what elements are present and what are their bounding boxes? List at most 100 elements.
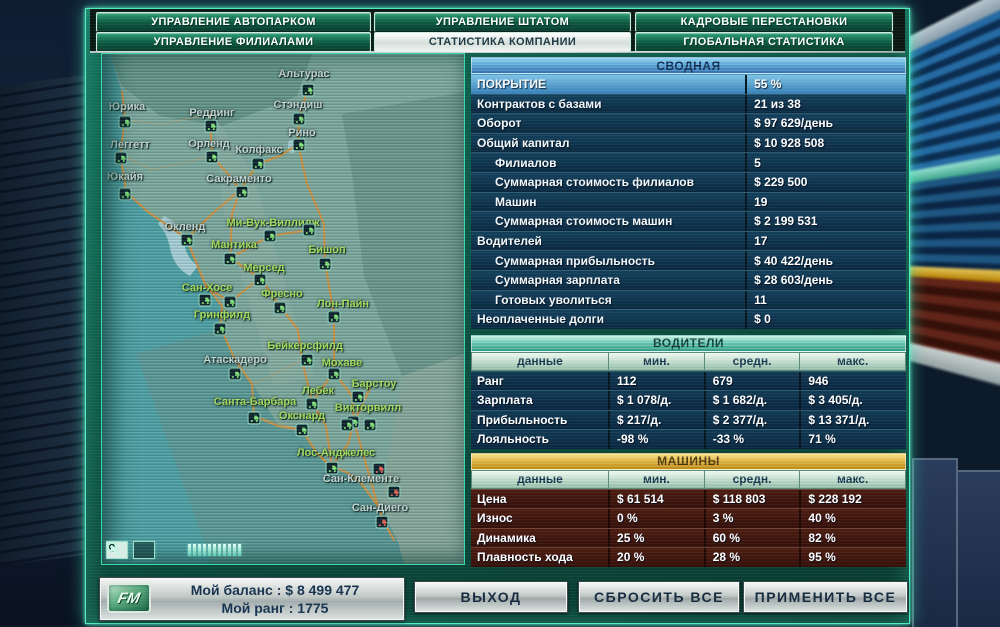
truck-marker-icon[interactable] — [252, 158, 265, 171]
zoom-bar — [218, 544, 221, 556]
select-tool-icon[interactable] — [133, 541, 155, 559]
map-toolbar — [106, 541, 269, 559]
table-cell: $ 2 377/д. — [704, 411, 800, 430]
reset-all-button[interactable]: СБРОСИТЬ ВСЕ — [578, 581, 740, 613]
table-cell: 3 % — [704, 509, 800, 528]
table-cell: Цена — [471, 490, 608, 509]
summary-row-label: Машин — [471, 193, 745, 212]
summary-row-label: Общий капитал — [471, 134, 745, 153]
zoom-out-icon[interactable] — [160, 542, 180, 558]
truck-marker-icon[interactable] — [214, 323, 227, 336]
truck-marker-icon[interactable] — [302, 84, 315, 97]
table-cell: $ 13 371/д. — [799, 411, 906, 430]
summary-row-value: 17 — [745, 232, 906, 251]
truck-marker-icon[interactable] — [293, 113, 306, 126]
column-header: данные — [471, 470, 608, 489]
tab-кадровые-перестановки[interactable]: КАДРОВЫЕ ПЕРЕСТАНОВКИ — [635, 12, 893, 32]
summary-row-label: Водителей — [471, 232, 745, 251]
truck-marker-icon[interactable] — [319, 258, 332, 271]
tab-статистика-компании[interactable]: СТАТИСТИКА КОМПАНИИ — [374, 32, 631, 52]
table-cell: Лояльность — [471, 430, 608, 449]
truck-marker-icon[interactable] — [119, 188, 132, 201]
truck-marker-icon[interactable] — [373, 463, 386, 476]
summary-row-label: Оборот — [471, 114, 745, 133]
summary-row-label: Филиалов — [471, 153, 745, 172]
column-header: макс. — [799, 352, 906, 371]
zoom-bar — [238, 544, 241, 556]
summary-row: Суммарная прибыльность$ 40 422/день — [471, 250, 906, 270]
zoom-bar — [203, 544, 206, 556]
truck-marker-icon[interactable] — [388, 486, 401, 499]
truck-marker-icon[interactable] — [328, 368, 341, 381]
truck-marker-icon[interactable] — [293, 139, 306, 152]
summary-row-label: Суммарная стоимость машин — [471, 212, 745, 231]
truck-marker-icon[interactable] — [326, 462, 339, 475]
summary-row-value: $ 229 500 — [745, 173, 906, 192]
column-header: средн. — [704, 470, 800, 489]
exit-button[interactable]: ВЫХОД — [414, 581, 568, 613]
truck-marker-icon[interactable] — [274, 302, 287, 315]
truck-marker-icon[interactable] — [376, 516, 389, 529]
tab-управление-штатом[interactable]: УПРАВЛЕНИЕ ШТАТОМ — [374, 12, 631, 32]
zoom-level-bars[interactable] — [188, 544, 241, 556]
column-header: мин. — [608, 470, 704, 489]
tab-управление-филиалами[interactable]: УПРАВЛЕНИЕ ФИЛИАЛАМИ — [96, 32, 371, 52]
zoom-bar — [228, 544, 231, 556]
truck-marker-icon[interactable] — [119, 116, 132, 129]
summary-row-label: ПОКРЫТИЕ — [471, 75, 745, 94]
machines-table-header: данныемин.средн.макс. — [471, 470, 906, 489]
summary-section-title: СВОДНАЯ — [471, 57, 906, 74]
truck-marker-icon[interactable] — [181, 234, 194, 247]
window-blinds — [0, 74, 90, 565]
table-row: Цена$ 61 514$ 118 803$ 228 192 — [471, 489, 906, 509]
truck-marker-icon[interactable] — [206, 151, 219, 164]
summary-row: Общий капитал$ 10 928 508 — [471, 133, 906, 153]
summary-row-value: 5 — [745, 153, 906, 172]
truck-marker-icon[interactable] — [303, 224, 316, 237]
summary-row-label: Суммарная зарплата — [471, 271, 745, 290]
truck-marker-icon[interactable] — [224, 253, 237, 266]
truck-marker-icon[interactable] — [306, 398, 319, 411]
table-cell: 0 % — [608, 509, 704, 528]
apply-all-button[interactable]: ПРИМЕНИТЬ ВСЕ — [743, 581, 908, 613]
table-cell: 946 — [799, 372, 906, 391]
summary-row-value: $ 40 422/день — [745, 251, 906, 270]
company-statistics-window: УПРАВЛЕНИЕ АВТОПАРКОМУПРАВЛЕНИЕ ШТАТОМКА… — [85, 8, 910, 624]
table-cell: 40 % — [799, 509, 906, 528]
tab-глобальная-статистика[interactable]: ГЛОБАЛЬНАЯ СТАТИСТИКА — [635, 32, 893, 52]
truck-marker-icon[interactable] — [224, 296, 237, 309]
truck-marker-icon[interactable] — [328, 311, 341, 324]
summary-row: Оборот$ 97 629/день — [471, 113, 906, 133]
summary-row: Суммарная зарплата$ 28 603/день — [471, 270, 906, 290]
summary-row: Машин19 — [471, 192, 906, 212]
california-map[interactable]: АльтурасЮрикаРеддингСтэндишРиноЛеггеттОр… — [101, 53, 465, 565]
truck-marker-icon[interactable] — [264, 230, 277, 243]
table-cell: $ 3 405/д. — [799, 391, 906, 410]
table-cell: $ 228 192 — [799, 490, 906, 509]
truck-marker-icon[interactable] — [205, 120, 218, 133]
summary-row-label: Неоплаченные долги — [471, 310, 745, 329]
zoom-in-icon[interactable] — [249, 542, 269, 558]
summary-row-label: Контрактов с базами — [471, 95, 745, 114]
tab-управление-автопарком[interactable]: УПРАВЛЕНИЕ АВТОПАРКОМ — [96, 12, 371, 32]
summary-row-value: $ 0 — [745, 310, 906, 329]
truck-marker-icon[interactable] — [364, 419, 377, 432]
truck-marker-icon[interactable] — [115, 152, 128, 165]
balance-text: Мой баланс : $ 8 499 477 — [146, 581, 404, 599]
summary-row: Готовых уволиться11 — [471, 290, 906, 310]
truck-marker-icon[interactable] — [301, 354, 314, 367]
zoom-bar — [188, 544, 191, 556]
monitor-reflection — [906, 0, 1000, 511]
truck-marker-icon[interactable] — [296, 424, 309, 437]
truck-marker-icon[interactable] — [236, 186, 249, 199]
truck-marker-icon[interactable] — [352, 391, 365, 404]
table-cell: $ 118 803 — [704, 490, 800, 509]
truck-marker-icon[interactable] — [254, 274, 267, 287]
table-cell: Прибыльность — [471, 411, 608, 430]
table-cell: 71 % — [799, 430, 906, 449]
truck-marker-icon[interactable] — [248, 412, 261, 425]
truck-marker-icon[interactable] — [229, 368, 242, 381]
truck-marker-icon[interactable] — [341, 419, 354, 432]
summary-row: Суммарная стоимость машин$ 2 199 531 — [471, 211, 906, 231]
truck-marker-icon[interactable] — [199, 294, 212, 307]
